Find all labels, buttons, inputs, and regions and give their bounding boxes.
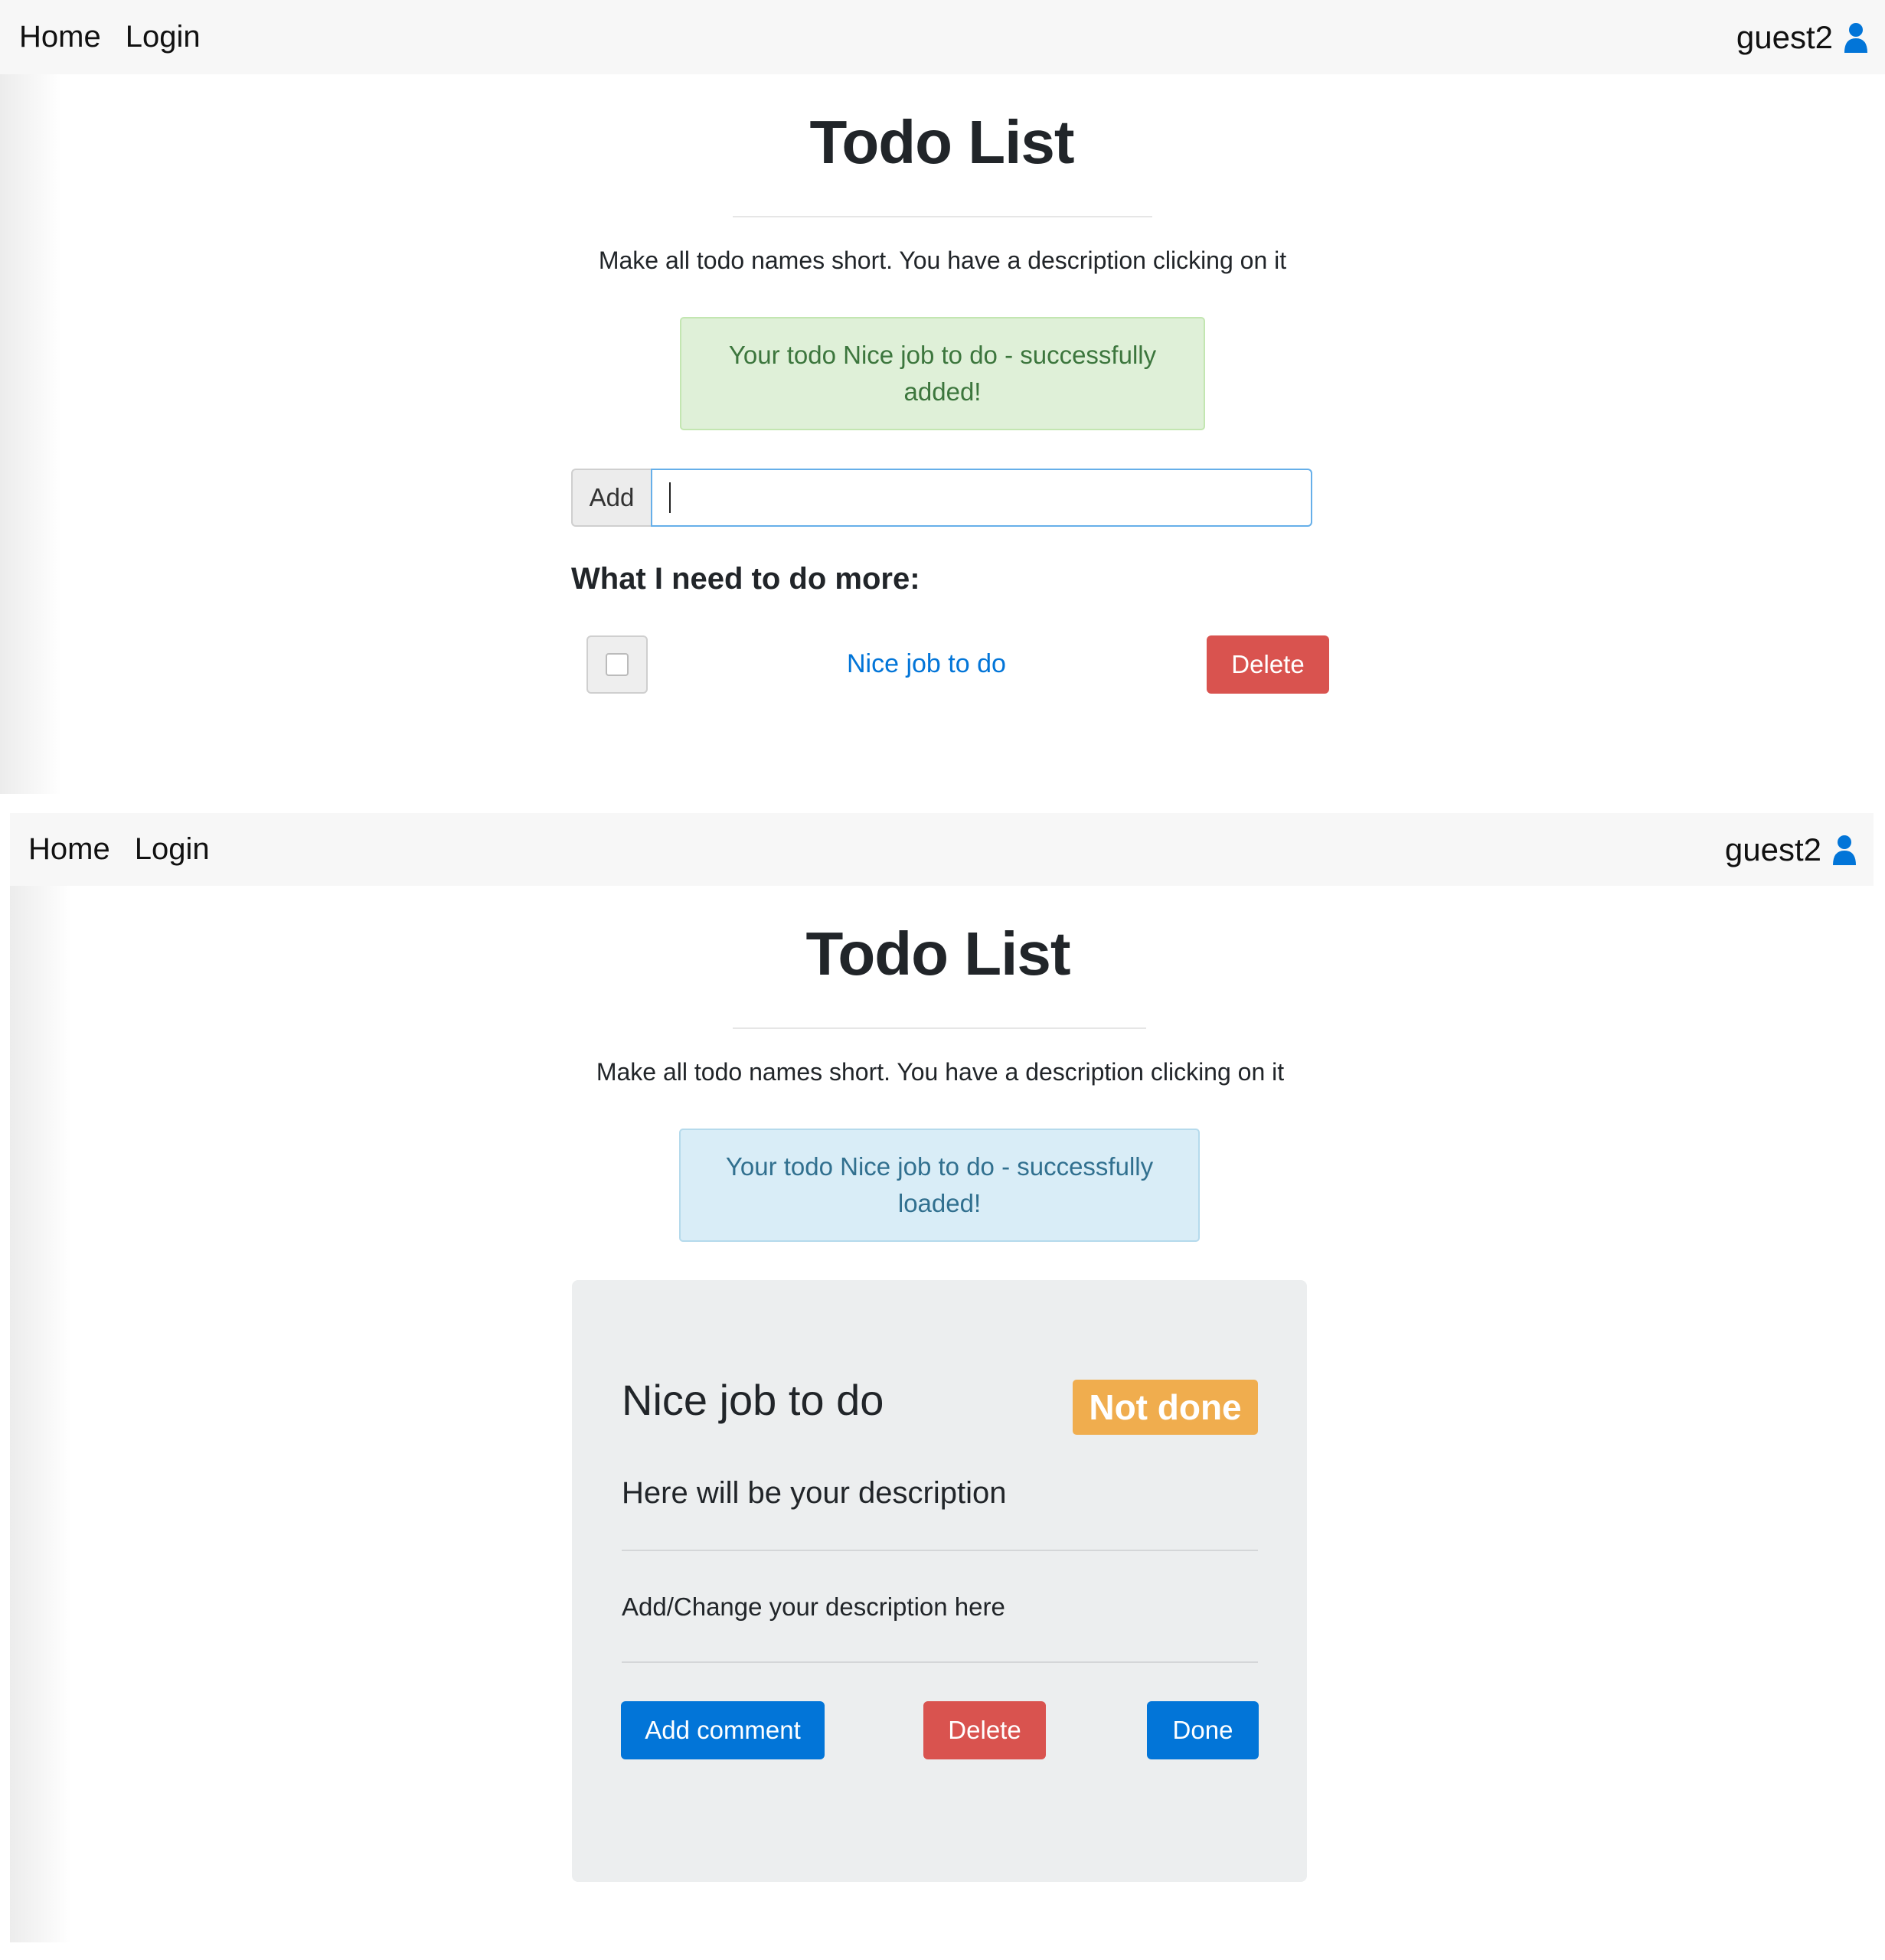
todo-description: Here will be your description (622, 1476, 1007, 1510)
nav-home-link[interactable]: Home (28, 832, 110, 867)
add-button[interactable]: Add (571, 469, 651, 527)
todo-name-link[interactable]: Nice job to do (847, 649, 1006, 679)
todo-detail-card: Nice job to do Not done Here will be you… (572, 1280, 1307, 1882)
checkbox-box (606, 653, 629, 676)
delete-todo-button[interactable]: Delete (1207, 635, 1329, 694)
nav-login-link[interactable]: Login (126, 20, 201, 54)
success-alert: Your todo Nice job to do - successfully … (680, 317, 1205, 430)
title-divider (733, 216, 1152, 217)
todo-name-input[interactable] (651, 469, 1312, 527)
status-badge: Not done (1073, 1380, 1258, 1435)
navbar: Home Login guest2 (0, 0, 1885, 74)
user-name[interactable]: guest2 (1736, 19, 1833, 56)
intro-text: Make all todo names short. You have a de… (598, 247, 1287, 274)
user-icon (1844, 22, 1867, 53)
delete-button[interactable]: Delete (923, 1701, 1046, 1759)
todo-detail-screen: Home Login guest2 Todo List Make all tod… (10, 813, 1874, 1960)
card-divider-1 (622, 1550, 1258, 1551)
title-divider (733, 1027, 1146, 1029)
user-icon (1833, 835, 1856, 865)
alert-line-1: Your todo Nice job to do - successfully (728, 341, 1157, 369)
side-shadow (10, 886, 71, 1942)
add-todo-form: Add (571, 469, 1312, 527)
user-menu[interactable]: guest2 (1725, 831, 1874, 868)
todo-row (586, 635, 648, 694)
nav-home-link[interactable]: Home (19, 20, 101, 54)
info-alert: Your todo Nice job to do - successfully … (679, 1129, 1200, 1242)
intro-text: Make all todo names short. You have a de… (596, 1058, 1285, 1086)
nav-links: Home Login (0, 20, 225, 54)
nav-links: Home Login (10, 832, 234, 867)
navbar: Home Login guest2 (10, 813, 1874, 886)
text-caret (669, 482, 671, 513)
add-comment-button[interactable]: Add comment (621, 1701, 825, 1759)
card-divider-2 (622, 1661, 1258, 1663)
side-shadow (0, 74, 61, 794)
list-heading: What I need to do more: (571, 562, 920, 596)
edit-description-prompt[interactable]: Add/Change your description here (622, 1592, 1005, 1622)
user-name[interactable]: guest2 (1725, 831, 1821, 868)
user-menu[interactable]: guest2 (1736, 19, 1885, 56)
page-title: Todo List (805, 920, 1071, 988)
todo-list-screen: Home Login guest2 Todo List Make all tod… (0, 0, 1885, 794)
done-button[interactable]: Done (1147, 1701, 1259, 1759)
alert-line-1: Your todo Nice job to do - successfully (725, 1152, 1154, 1181)
alert-line-2: loaded! (897, 1189, 982, 1217)
page-title: Todo List (809, 108, 1075, 176)
alert-line-2: added! (903, 377, 982, 406)
todo-detail-title: Nice job to do (622, 1376, 884, 1424)
nav-login-link[interactable]: Login (135, 832, 210, 867)
todo-checkbox[interactable] (586, 635, 648, 694)
